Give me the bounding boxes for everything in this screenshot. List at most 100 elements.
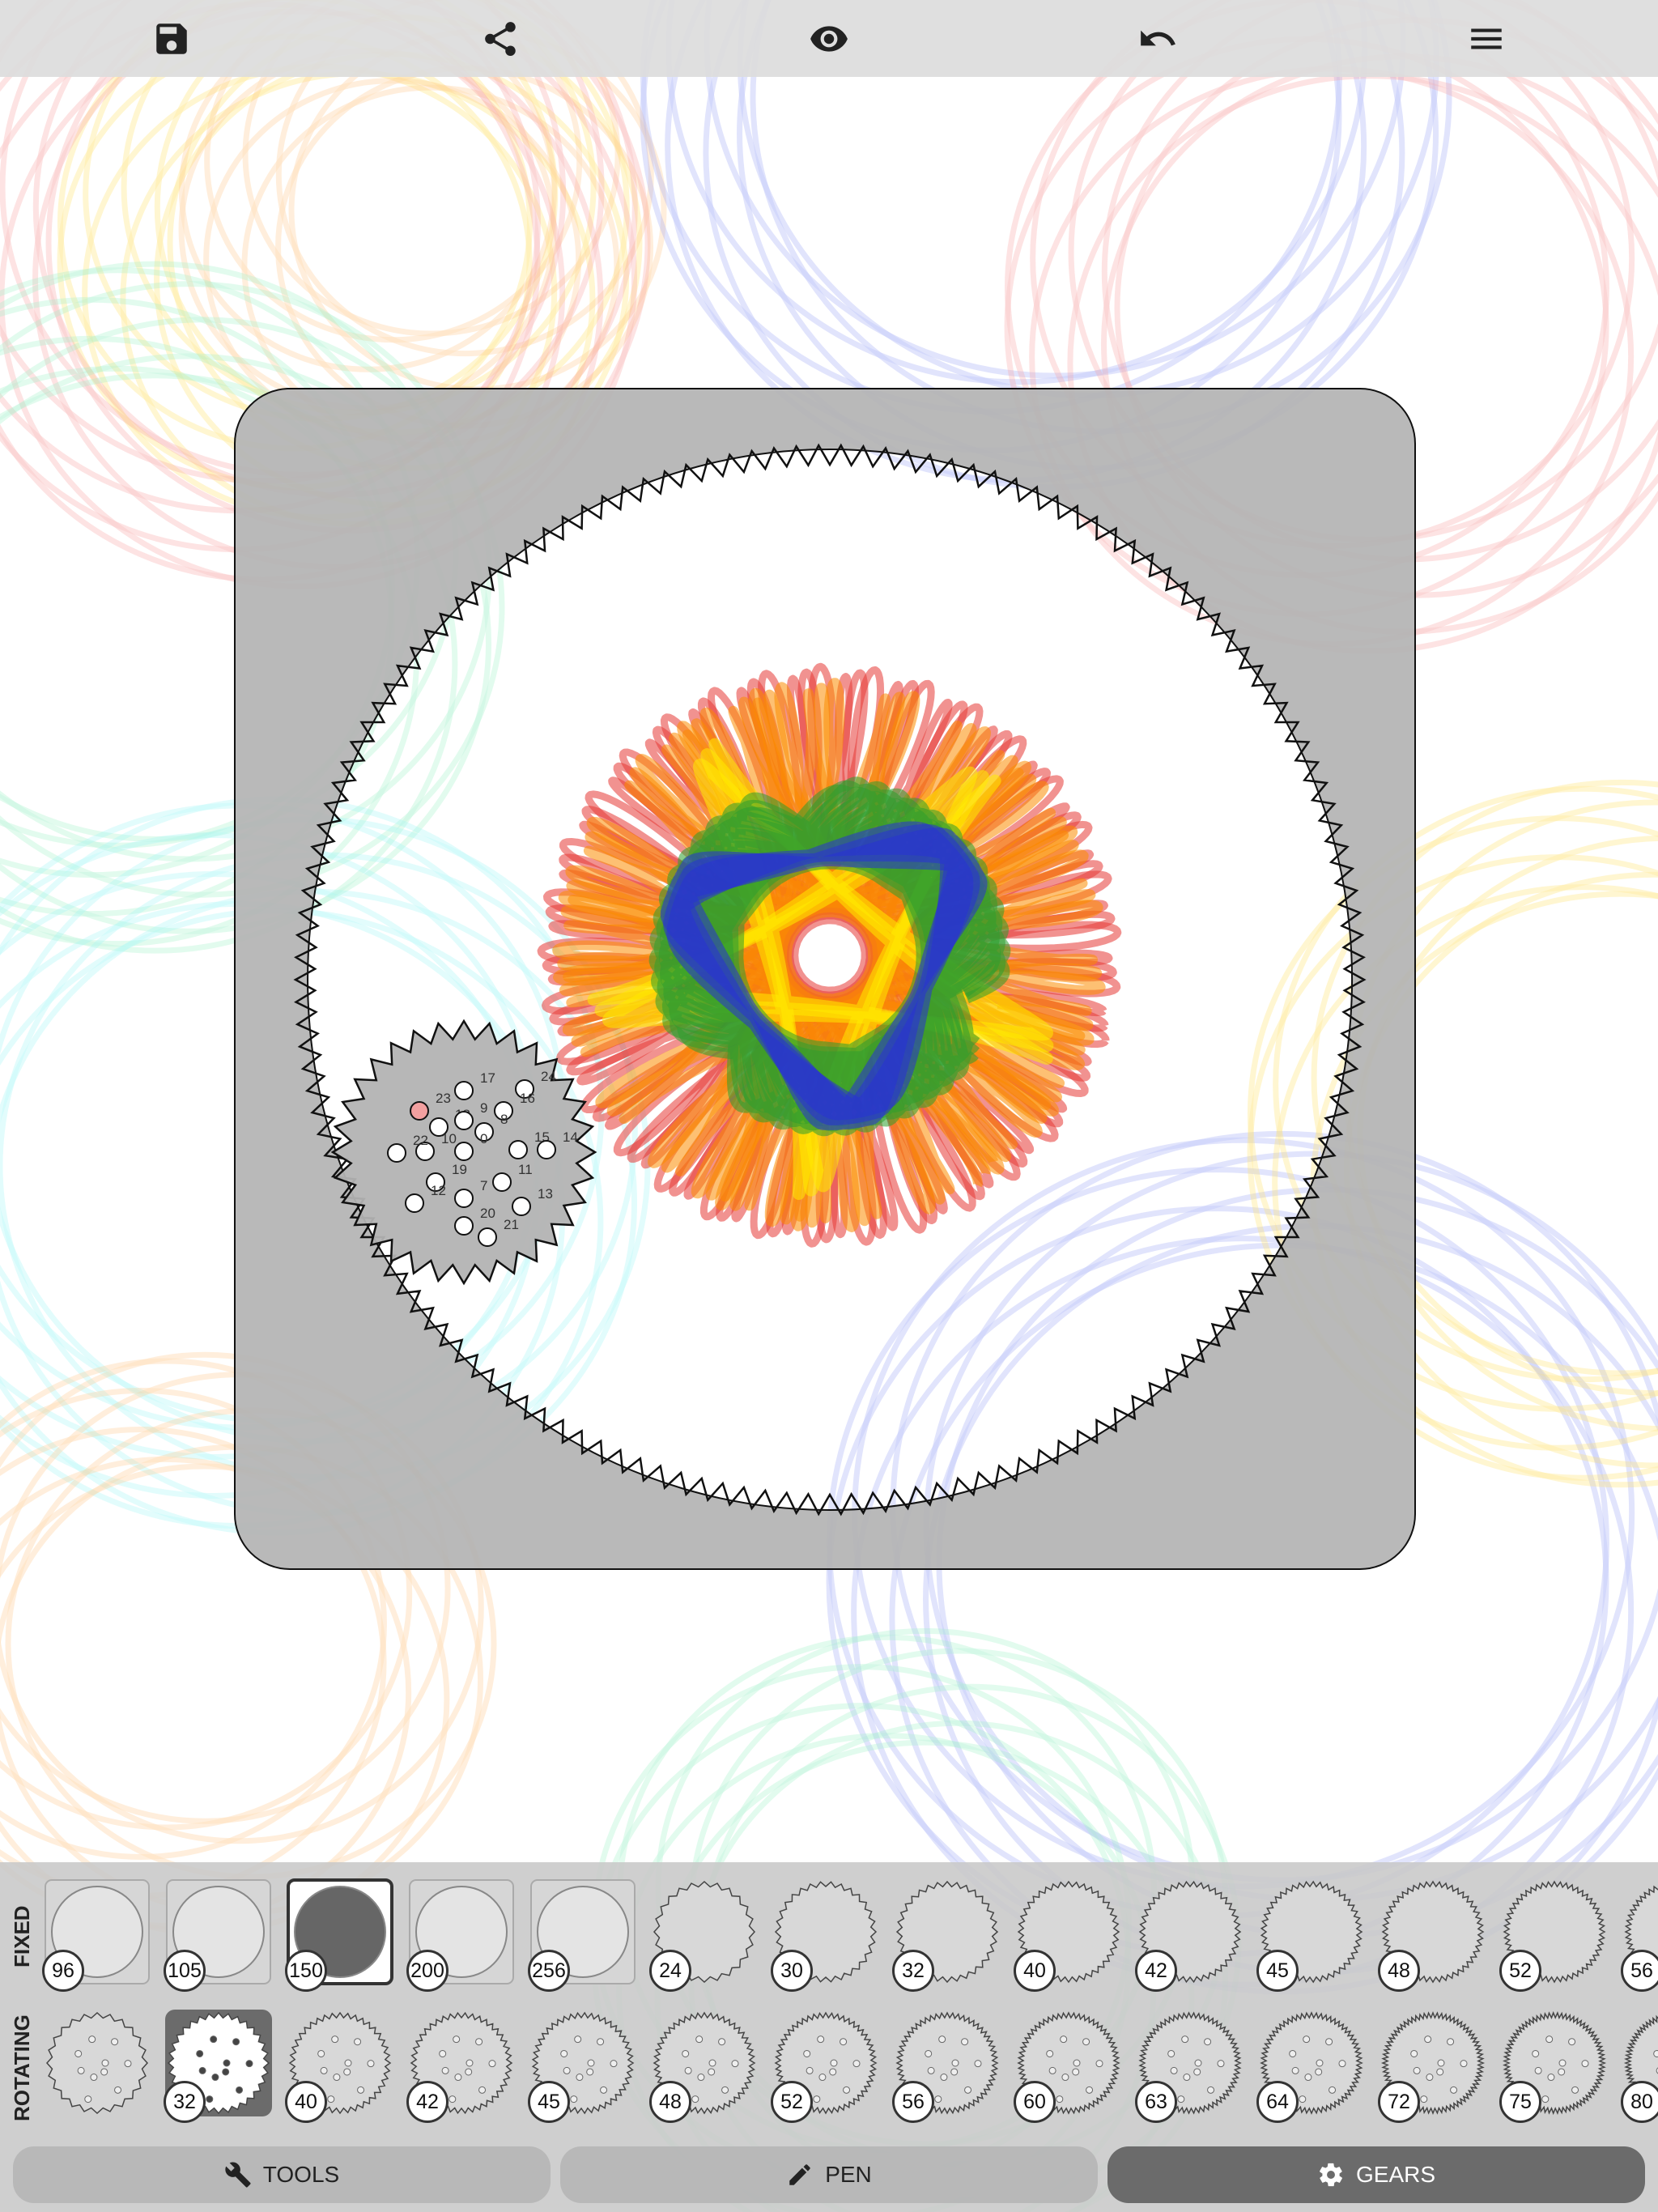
tab-tools-label: TOOLS <box>262 2162 340 2187</box>
hole-number: 22 <box>413 1133 428 1148</box>
preview-button[interactable] <box>801 11 857 66</box>
fixed-gear-option[interactable]: 48 <box>1378 1878 1486 1992</box>
save-button[interactable] <box>144 11 199 66</box>
pen-hole[interactable] <box>537 1140 556 1159</box>
rotating-gear-option[interactable]: 56 <box>892 2010 1001 2123</box>
hole-number: 7 <box>480 1178 487 1193</box>
gear-size-badge: 40 <box>1014 1950 1056 1992</box>
menu-button[interactable] <box>1459 11 1514 66</box>
pen-hole[interactable] <box>410 1101 429 1121</box>
fixed-gear-option[interactable]: 30 <box>771 1878 879 1992</box>
fixed-gear-option[interactable]: 42 <box>1135 1878 1244 1992</box>
pen-hole[interactable] <box>454 1111 474 1130</box>
gear-size-badge: 48 <box>1378 1950 1420 1992</box>
gear-size-badge: 52 <box>1499 1950 1541 1992</box>
gear-size-badge: 32 <box>164 2081 206 2123</box>
gear-size-badge: 80 <box>1621 2081 1658 2123</box>
hole-number: 16 <box>520 1091 535 1106</box>
fixed-gear-option[interactable]: 105 <box>164 1878 272 1992</box>
hole-number: 9 <box>480 1100 487 1116</box>
fixed-gear-option[interactable]: 40 <box>1014 1878 1122 1992</box>
fixed-gear-option[interactable]: 32 <box>892 1878 1001 1992</box>
eye-icon <box>810 26 848 52</box>
faded-loop <box>923 1223 1658 1976</box>
faded-loop <box>1030 0 1635 549</box>
rotating-gear-option[interactable]: 63 <box>1135 2010 1244 2123</box>
fixed-gear-option[interactable]: 200 <box>406 1878 515 1992</box>
rotating-gear-option[interactable]: 64 <box>1256 2010 1365 2123</box>
pen-hole[interactable] <box>454 1216 474 1236</box>
pen-hole[interactable] <box>454 1081 474 1100</box>
gear-size-badge: 105 <box>164 1950 206 1992</box>
fixed-gear-option[interactable]: 256 <box>528 1878 636 1992</box>
undo-icon <box>1141 30 1175 46</box>
tab-pen[interactable]: PEN <box>560 2146 1098 2203</box>
hole-number: 20 <box>480 1206 495 1221</box>
rotating-gear-option[interactable]: 75 <box>1499 2010 1608 2123</box>
share-icon <box>485 22 516 57</box>
rotating-gear-option[interactable]: 32 <box>164 2010 272 2123</box>
hole-number: 21 <box>504 1217 519 1232</box>
pen-hole[interactable] <box>512 1197 531 1216</box>
hole-number: 13 <box>538 1186 553 1202</box>
pen-hole[interactable] <box>492 1172 512 1192</box>
faded-pattern-red <box>1004 0 1658 654</box>
fixed-gear-list: 96 105 150 200 256 24 30 32 40 42 45 48 52 56 <box>32 1878 1658 1996</box>
tab-gears[interactable]: GEARS <box>1107 2146 1645 2203</box>
gear-icon <box>1320 2163 1342 2187</box>
rotating-gear-option[interactable]: 45 <box>528 2010 636 2123</box>
gear-thumbnail-icon <box>45 2011 149 2115</box>
rotating-gear-list: 32 40 42 45 48 52 56 60 63 64 72 75 80 <box>32 2010 1658 2127</box>
hole-number: 8 <box>500 1112 508 1127</box>
pencil-icon <box>789 2164 810 2185</box>
hole-number: 12 <box>431 1183 446 1198</box>
pen-hole[interactable] <box>405 1193 424 1213</box>
rotating-gear-option[interactable] <box>44 2010 151 2116</box>
gear-size-badge: 30 <box>771 1950 813 1992</box>
hole-number: 10 <box>441 1131 457 1146</box>
fixed-gear-option[interactable]: 56 <box>1621 1878 1658 1992</box>
rotating-gear-option[interactable]: 40 <box>285 2010 393 2123</box>
gear-size-badge: 45 <box>528 2081 570 2123</box>
pen-hole[interactable] <box>454 1142 474 1161</box>
gear-size-badge: 32 <box>892 1950 934 1992</box>
faded-loop <box>1101 53 1658 635</box>
tab-pen-label: PEN <box>825 2162 872 2187</box>
gear-size-badge: 52 <box>771 2081 813 2123</box>
gear-size-badge: 60 <box>1014 2081 1056 2123</box>
pen-hole[interactable] <box>454 1189 474 1208</box>
rotating-gear-option[interactable]: 48 <box>649 2010 758 2123</box>
rotating-row-label: ROTATING <box>10 2014 34 2121</box>
faded-loop <box>1101 0 1658 563</box>
gear-size-badge: 45 <box>1256 1950 1299 1992</box>
undo-button[interactable] <box>1130 11 1185 66</box>
gear-size-badge: 24 <box>649 1950 691 1992</box>
bottom-tab-bar: TOOLS PEN GEARS <box>0 2142 1658 2206</box>
rotating-gear-option[interactable]: 72 <box>1378 2010 1486 2123</box>
fixed-gear-option[interactable]: 96 <box>42 1878 151 1992</box>
gear-size-badge: 72 <box>1378 2081 1420 2123</box>
rotating-gear[interactable]: 1724162318981510022141911712132021 <box>330 1019 597 1286</box>
pen-hole[interactable] <box>387 1143 406 1163</box>
rotating-gear-option[interactable]: 60 <box>1014 2010 1122 2123</box>
fixed-row-label: FIXED <box>10 1905 34 1967</box>
gear-size-badge: 56 <box>1621 1950 1658 1992</box>
rotating-gear-option[interactable]: 80 <box>1621 2010 1658 2123</box>
tab-tools[interactable]: TOOLS <box>13 2146 551 2203</box>
fixed-gear-option[interactable]: 150 <box>285 1878 393 1992</box>
hole-number: 17 <box>480 1070 495 1086</box>
rotating-gear-option[interactable]: 52 <box>771 2010 879 2123</box>
fixed-gear-option[interactable]: 45 <box>1256 1878 1365 1992</box>
pen-hole[interactable] <box>508 1140 528 1159</box>
fixed-gear-option[interactable]: 24 <box>649 1878 758 1992</box>
gear-size-badge: 63 <box>1135 2081 1177 2123</box>
menu-icon <box>1471 28 1502 49</box>
hole-number: 24 <box>541 1069 556 1084</box>
rotating-gear-option[interactable]: 42 <box>406 2010 515 2123</box>
gear-size-badge: 48 <box>649 2081 691 2123</box>
top-toolbar <box>0 0 1658 77</box>
share-button[interactable] <box>473 11 528 66</box>
pen-hole[interactable] <box>478 1227 497 1247</box>
fixed-gear-option[interactable]: 52 <box>1499 1878 1608 1992</box>
wrench-icon <box>225 2162 251 2188</box>
